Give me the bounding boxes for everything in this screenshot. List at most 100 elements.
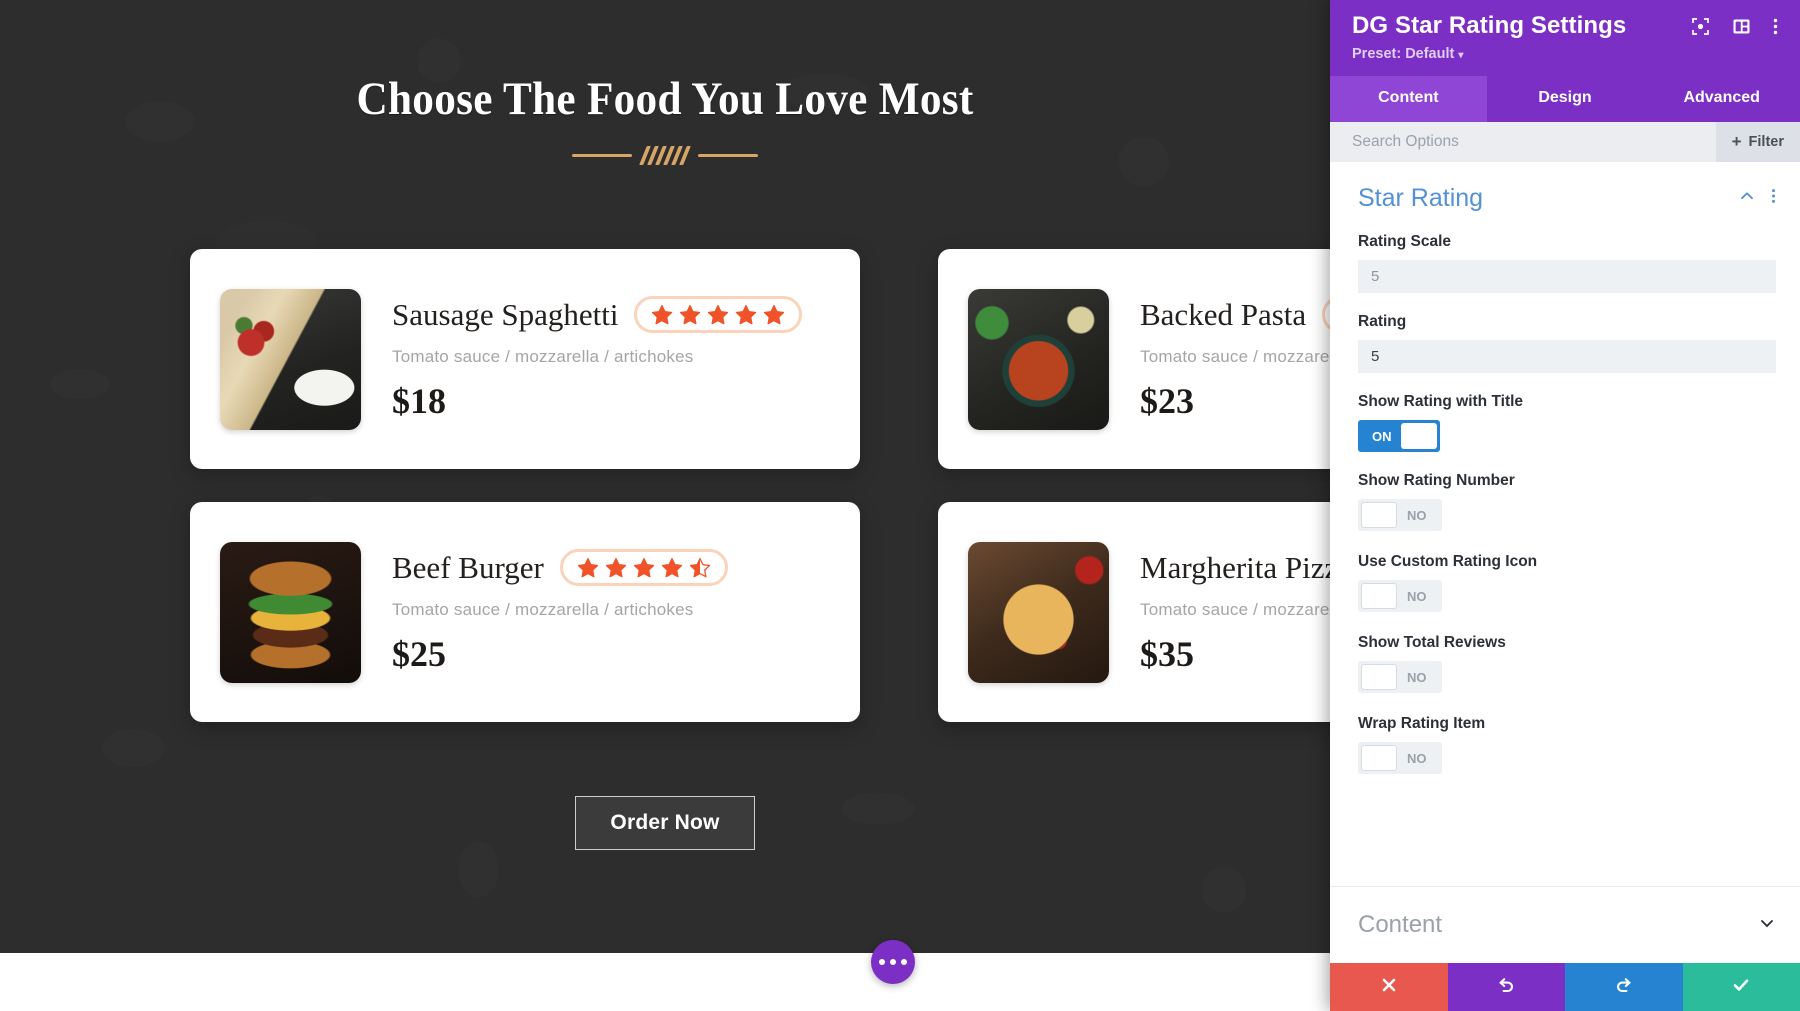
- overflow-menu-icon[interactable]: [1771, 188, 1776, 209]
- wrap-rating-item-toggle[interactable]: NO: [1358, 742, 1442, 774]
- toggle-state-label: NO: [1407, 507, 1427, 523]
- preset-selector[interactable]: Preset: Default ▾: [1352, 46, 1778, 62]
- field-label: Rating Scale: [1358, 233, 1452, 250]
- editor-options-fab-button[interactable]: [871, 940, 915, 984]
- divider-bar-right: [698, 154, 758, 157]
- tab-design[interactable]: Design: [1487, 76, 1644, 122]
- star-rating-section-header[interactable]: Star Rating: [1358, 184, 1776, 213]
- overflow-menu-icon[interactable]: [1773, 17, 1778, 36]
- settings-scroll-area: Star Rating Rating Scale 5 Rating 5 Show…: [1330, 162, 1800, 806]
- toggle-knob: [1361, 583, 1397, 609]
- menu-card-body: Sausage Spaghetti Tomato sauce / mozzare…: [392, 296, 830, 422]
- settings-panel: DG Star Rating Settings Preset: Default …: [1330, 0, 1800, 1011]
- settings-action-bar: [1330, 963, 1800, 1011]
- redo-button[interactable]: [1565, 963, 1683, 1011]
- order-button-wrap: Order Now: [0, 796, 1330, 850]
- field-rating-scale: Rating Scale 5: [1358, 233, 1776, 293]
- settings-panel-title: DG Star Rating Settings: [1352, 12, 1627, 39]
- save-button[interactable]: [1682, 963, 1800, 1011]
- toggle-state-label: NO: [1407, 750, 1427, 766]
- menu-card-title-row: Beef Burger: [392, 549, 830, 586]
- menu-card-body: Beef Burger Tomato sauce / mozzarella / …: [392, 549, 830, 675]
- filter-button-label: Filter: [1748, 134, 1784, 150]
- preset-label: Preset: Default: [1352, 46, 1455, 62]
- ellipsis-dot-icon: [890, 959, 896, 965]
- menu-card[interactable]: Sausage Spaghetti Tomato sauce / mozzare…: [190, 249, 860, 469]
- rating-scale-input[interactable]: 5: [1358, 260, 1776, 293]
- field-rating: Rating 5: [1358, 313, 1776, 373]
- field-show-total-reviews: Show Total Reviews NO: [1358, 634, 1776, 695]
- divider-bar-left: [572, 154, 632, 157]
- menu-card-title-row: Margherita Pizza: [1140, 549, 1330, 586]
- order-now-button[interactable]: Order Now: [575, 796, 755, 850]
- menu-card[interactable]: Beef Burger Tomato sauce / mozzarella / …: [190, 502, 860, 722]
- menu-item-description: Tomato sauce / mozzarella / artichokes: [392, 600, 694, 619]
- show-rating-number-toggle[interactable]: NO: [1358, 499, 1442, 531]
- search-options-bar: Search Options + Filter: [1330, 122, 1800, 162]
- divider-zigzag-icon: [639, 146, 691, 165]
- undo-icon: [1496, 975, 1516, 1000]
- layout-panel-icon[interactable]: [1732, 17, 1751, 36]
- field-label: Wrap Rating Item: [1358, 715, 1486, 732]
- search-options-input[interactable]: Search Options: [1352, 133, 1716, 151]
- menu-item-price: $25: [392, 634, 446, 674]
- use-custom-rating-icon-toggle[interactable]: NO: [1358, 580, 1442, 612]
- star-rating-section-title: Star Rating: [1358, 184, 1484, 212]
- toggle-knob: [1361, 745, 1397, 771]
- menu-card[interactable]: Backed Pasta Tomato sauce / mozzarella /…: [938, 249, 1330, 469]
- toggle-knob: [1361, 664, 1397, 690]
- tab-advanced[interactable]: Advanced: [1643, 76, 1800, 122]
- menu-card-grid: Sausage Spaghetti Tomato sauce / mozzare…: [190, 249, 1330, 722]
- toggle-state-label: ON: [1372, 428, 1392, 444]
- menu-item-title: Beef Burger: [392, 549, 544, 585]
- field-label: Use Custom Rating Icon: [1358, 553, 1538, 570]
- ellipsis-dot-icon: [879, 959, 885, 965]
- field-use-custom-rating-icon: Use Custom Rating Icon NO: [1358, 553, 1776, 614]
- chevron-down-icon[interactable]: [1758, 914, 1776, 937]
- star-rating-badge: [559, 549, 728, 586]
- menu-item-description: Tomato sauce / mozzarella / artichokes: [1140, 347, 1330, 366]
- chevron-down-icon: ▾: [1458, 50, 1464, 61]
- rating-input[interactable]: 5: [1358, 340, 1776, 373]
- menu-item-price: $18: [392, 381, 446, 421]
- tab-content[interactable]: Content: [1330, 76, 1487, 122]
- menu-item-description: Tomato sauce / mozzarella / artichokes: [392, 347, 694, 366]
- menu-item-thumbnail: [220, 541, 361, 683]
- menu-item-price: $23: [1140, 381, 1194, 421]
- settings-panel-body: Star Rating Rating Scale 5 Rating 5 Show…: [1330, 162, 1800, 886]
- ellipsis-dot-icon: [901, 959, 907, 965]
- menu-card-body: Margherita Pizza Tomato sauce / mozzarel…: [1140, 549, 1330, 675]
- star-icon: [661, 557, 683, 578]
- menu-item-thumbnail: [220, 288, 361, 430]
- menu-item-title: Backed Pasta: [1140, 296, 1307, 332]
- redo-icon: [1614, 975, 1634, 1000]
- page-title: Choose The Food You Love Most: [356, 73, 974, 125]
- focus-target-icon[interactable]: [1691, 17, 1710, 36]
- field-label: Show Rating Number: [1358, 472, 1515, 489]
- menu-item-title: Margherita Pizza: [1140, 549, 1330, 585]
- plus-icon: +: [1731, 132, 1742, 151]
- ornamental-divider: [0, 146, 1330, 165]
- star-icon: [633, 557, 655, 578]
- field-wrap-rating-item: Wrap Rating Item NO: [1358, 715, 1776, 776]
- content-section-header[interactable]: Content: [1330, 886, 1800, 963]
- star-rating-badge: [1322, 296, 1330, 333]
- filter-button[interactable]: + Filter: [1715, 122, 1800, 162]
- close-button[interactable]: [1330, 963, 1448, 1011]
- menu-card[interactable]: Margherita Pizza Tomato sauce / mozzarel…: [938, 502, 1330, 722]
- toggle-state-label: NO: [1407, 669, 1427, 685]
- star-icon: [707, 304, 729, 325]
- menu-item-description: Tomato sauce / mozzarella / artichokes: [1140, 600, 1330, 619]
- section-header: Choose The Food You Love Most: [0, 72, 1330, 165]
- menu-item-title: Sausage Spaghetti: [392, 296, 619, 332]
- chevron-up-icon[interactable]: [1739, 188, 1755, 209]
- star-rating-badge: [634, 296, 803, 333]
- menu-item-thumbnail: [968, 541, 1109, 683]
- menu-card-title-row: Sausage Spaghetti: [392, 296, 830, 333]
- content-section-title: Content: [1358, 911, 1443, 938]
- star-icon: [679, 304, 701, 325]
- show-total-reviews-toggle[interactable]: NO: [1358, 661, 1442, 693]
- undo-button[interactable]: [1447, 963, 1565, 1011]
- show-rating-with-title-toggle[interactable]: ON: [1358, 420, 1440, 452]
- field-show-rating-number: Show Rating Number NO: [1358, 472, 1776, 533]
